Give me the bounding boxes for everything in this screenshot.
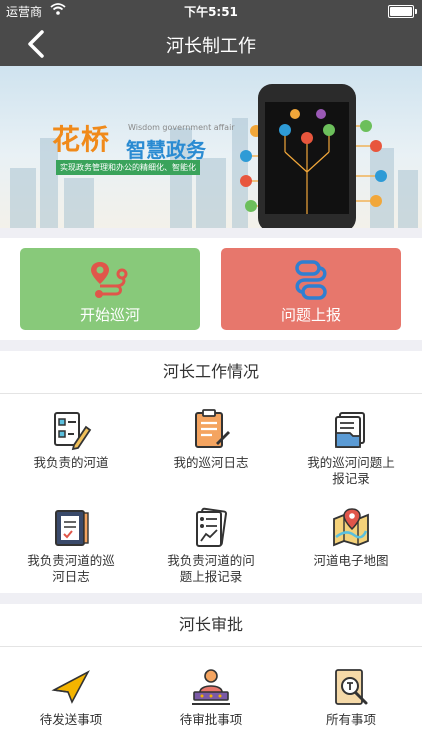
grid-item-label: 所有事项 [325, 712, 376, 727]
grid-item-my-issue-reports[interactable]: 我的巡河问题上 报记录 [281, 409, 421, 487]
map-pin-icon [333, 508, 369, 547]
approver-stamp-icon [192, 669, 230, 705]
link-report-icon [295, 260, 327, 300]
grid-item-label: 我负责河道的巡 河日志 [27, 553, 115, 584]
banner-brand-title: 智慧政务 [126, 138, 206, 162]
grid-item-my-patrol-log[interactable]: 我的巡河日志 [141, 409, 281, 471]
battery-icon [388, 5, 417, 18]
report-chart-icon [196, 507, 227, 547]
checklist-pen-icon [54, 412, 92, 451]
phone-graphic [258, 84, 356, 228]
page-title: 河长制工作 [166, 36, 256, 57]
banner-brand-english: Wisdom government affair [128, 123, 235, 132]
grid-item-label: 待发送事项 [39, 712, 103, 727]
banner-image: 花桥 Wisdom government affair 智慧政务 实现政务管理和… [0, 66, 422, 228]
grid-item-pending-approval[interactable]: 待审批事项 [141, 666, 281, 728]
map-route-icon [91, 262, 128, 298]
banner-brand-name: 花桥 [52, 123, 111, 156]
notebook-log-icon [55, 510, 89, 546]
document-search-icon [335, 669, 368, 705]
grid-item-river-patrol-logs[interactable]: 我负责河道的巡 河日志 [1, 507, 141, 585]
clipboard-notes-icon [195, 409, 230, 448]
status-time: 下午5:51 [184, 5, 238, 19]
grid-item-river-issue-reports[interactable]: 我负责河道的问 题上报记录 [141, 507, 281, 585]
navigation-bar: 河长制工作 [0, 22, 422, 66]
folder-documents-icon [335, 412, 365, 448]
grid-item-label: 我负责的河道 [33, 455, 109, 470]
report-issue-button[interactable]: 问题上报 [221, 248, 401, 330]
approval-section: 河长审批 待发送事项 待审批事项 所有事项 [0, 604, 422, 750]
approval-section-title: 河长审批 [0, 604, 422, 647]
start-patrol-button[interactable]: 开始巡河 [20, 248, 200, 330]
grid-item-label: 我的巡河日志 [173, 455, 249, 470]
report-issue-label: 问题上报 [280, 306, 341, 324]
grid-item-label: 河道电子地图 [313, 553, 389, 568]
work-section: 河长工作情况 我负责的河道 我的巡河日志 我的巡河问题上 报记录 我负责河道的巡… [0, 351, 422, 593]
work-section-title: 河长工作情况 [0, 351, 422, 394]
banner-tagline: 实现政务管理和办公的精细化、智能化 [56, 160, 200, 175]
start-patrol-label: 开始巡河 [79, 306, 140, 324]
grid-item-my-rivers[interactable]: 我负责的河道 [1, 409, 141, 471]
grid-item-label: 待审批事项 [179, 712, 243, 727]
action-buttons: 开始巡河 问题上报 [0, 238, 422, 340]
status-bar: 运营商 下午5:51 [0, 0, 422, 22]
grid-item-label: 我的巡河问题上 报记录 [307, 455, 395, 486]
grid-item-all-items[interactable]: 所有事项 [281, 666, 421, 728]
paper-plane-icon [51, 670, 90, 704]
grid-item-pending-send[interactable]: 待发送事项 [1, 666, 141, 728]
grid-item-label: 我负责河道的问 题上报记录 [167, 553, 255, 584]
grid-item-river-map[interactable]: 河道电子地图 [281, 507, 421, 569]
